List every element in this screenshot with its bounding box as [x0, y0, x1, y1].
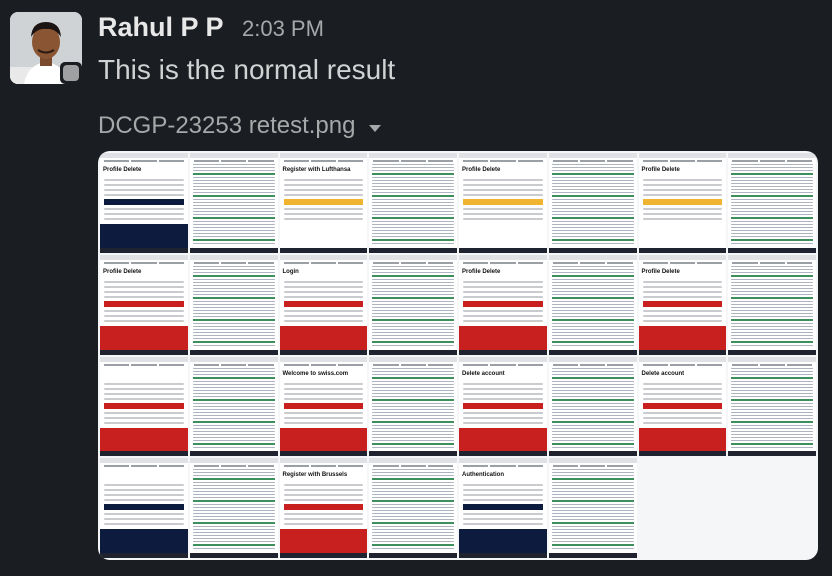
- tile-title: Delete account: [641, 370, 685, 377]
- screenshot-tile: [728, 356, 816, 457]
- screenshot-tile: Authentication: [459, 458, 547, 558]
- attachment-header[interactable]: DCGP-23253 retest.png: [98, 112, 382, 140]
- screenshot-tile: Login: [279, 254, 368, 355]
- tile-title: Profile Delete: [462, 268, 501, 275]
- screenshot-tile: [189, 458, 278, 558]
- screenshot-tile: [369, 153, 457, 253]
- attachment-filename[interactable]: DCGP-23253 retest.png: [98, 112, 355, 140]
- tile-title: Delete account: [462, 370, 505, 377]
- screenshot-tile: [100, 356, 188, 457]
- screenshot-tile: [548, 153, 637, 253]
- screenshot-tile: [548, 458, 637, 558]
- screenshot-tile: Profile Delete: [100, 153, 188, 253]
- screenshot-tile: Register with Brussels: [279, 458, 368, 558]
- tile-title: Register with Lufthansa: [282, 167, 351, 173]
- tile-title: Profile Delete: [641, 268, 680, 275]
- tile-title: [100, 368, 188, 380]
- tile-title: Profile Delete: [641, 167, 680, 173]
- screenshot-tile: Profile Delete: [638, 153, 727, 253]
- presence-indicator: [60, 62, 82, 84]
- screenshot-tile: [189, 153, 278, 253]
- away-status-icon: [63, 65, 79, 81]
- screenshot-tile: Profile Delete: [459, 153, 547, 253]
- screenshot-tile: [189, 254, 278, 355]
- screenshot-tile: [728, 254, 816, 355]
- screenshot-tile: [100, 458, 188, 558]
- screenshot-tile: Profile Delete: [100, 254, 188, 355]
- screenshot-tile: Welcome to swiss.com: [279, 356, 368, 457]
- screenshot-tile: [369, 254, 457, 355]
- screenshot-tile: Register with Lufthansa: [279, 153, 368, 253]
- tile-title: Authentication: [462, 472, 504, 479]
- attachment-image[interactable]: Profile Delete Register with Lufthansa Pro…: [98, 151, 818, 560]
- tile-title: Profile Delete: [103, 167, 142, 173]
- screenshot-tile: [189, 356, 278, 457]
- message-text: This is the normal result: [98, 54, 396, 85]
- screenshot-tile: Profile Delete: [638, 254, 727, 355]
- tile-title: [100, 469, 188, 481]
- screenshot-tile: [728, 153, 816, 253]
- sender-name[interactable]: Rahul P P: [98, 12, 224, 43]
- tile-title: Register with Brussels: [282, 472, 348, 479]
- screenshot-tile: [369, 458, 457, 558]
- message-timestamp[interactable]: 2:03 PM: [242, 16, 324, 42]
- screenshot-tile: Delete account: [638, 356, 727, 457]
- screenshot-tile: [548, 254, 637, 355]
- screenshot-tile: Delete account: [459, 356, 547, 457]
- screenshot-tile: [548, 356, 637, 457]
- tile-title: Welcome to swiss.com: [282, 370, 349, 377]
- tile-title: Profile Delete: [103, 268, 142, 275]
- tile-title: Profile Delete: [462, 167, 501, 173]
- screenshot-tile: [369, 356, 457, 457]
- screenshot-tile: Profile Delete: [459, 254, 547, 355]
- chevron-down-icon[interactable]: [369, 124, 382, 132]
- tile-title: Login: [282, 268, 299, 275]
